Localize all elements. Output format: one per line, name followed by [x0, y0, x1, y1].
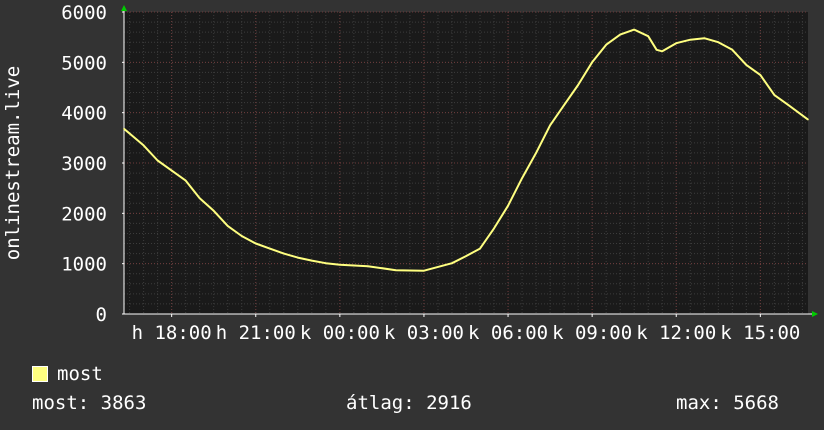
data-point [240, 235, 243, 237]
data-point [325, 262, 327, 264]
data-point [254, 242, 257, 245]
data-point [577, 84, 579, 86]
data-point [198, 197, 201, 200]
stat-current: most: 3863 [32, 392, 147, 414]
data-point [156, 159, 159, 162]
data-point [759, 74, 762, 76]
data-point [807, 118, 809, 121]
y-tick-label: 4000 [61, 103, 107, 125]
x-tick-label: k 12:00 [636, 322, 716, 344]
data-point [184, 179, 187, 182]
data-point [493, 227, 495, 230]
y-tick-label: 0 [96, 304, 107, 326]
data-point [655, 48, 658, 51]
data-point [773, 94, 776, 96]
data-point [703, 37, 706, 39]
data-point [212, 210, 215, 212]
chart: 0 1000 2000 3000 4000 5000 6000 h 18:00 h 21:00… [2, 2, 818, 344]
data-point [661, 50, 664, 53]
y-tick-label: 5000 [61, 52, 107, 74]
y-tick-label: 2000 [61, 203, 107, 225]
data-point [311, 259, 313, 262]
data-point [563, 104, 565, 106]
data-point [451, 262, 453, 264]
data-point [745, 64, 748, 66]
data-point [339, 263, 341, 266]
data-point [297, 256, 299, 259]
data-point [423, 269, 425, 272]
y-tick-label: 1000 [61, 254, 107, 276]
data-point [787, 104, 790, 106]
data-point [647, 35, 650, 37]
x-tick-label: h 18:00 [132, 322, 212, 344]
data-point [465, 255, 467, 257]
stat-max: max: 5668 [676, 392, 779, 414]
data-point [535, 152, 537, 154]
legend-label: most [57, 363, 103, 385]
data-point [123, 127, 125, 130]
x-tick-label: h 21:00 [216, 322, 296, 344]
data-point [395, 269, 397, 272]
data-point [717, 41, 720, 43]
x-tick-label: k 06:00 [468, 322, 548, 344]
data-point [268, 247, 271, 250]
y-axis-arrow [121, 5, 127, 11]
data-point [170, 169, 173, 172]
data-point [591, 61, 593, 64]
y-axis-label: onlinestream.live [2, 66, 24, 260]
x-tick-label: k 15:00 [720, 322, 800, 344]
data-point [367, 265, 369, 267]
data-point [282, 252, 285, 255]
x-axis-arrow [812, 311, 818, 317]
data-point [479, 247, 481, 250]
data-point [549, 124, 551, 127]
data-point [605, 43, 607, 46]
y-tick-label: 6000 [61, 2, 107, 24]
stat-average: átlag: 2916 [346, 392, 472, 414]
data-point [675, 42, 678, 45]
data-point [689, 38, 692, 41]
legend-swatch [32, 366, 48, 382]
x-tick-label: k 03:00 [384, 322, 464, 344]
data-point [507, 204, 509, 207]
y-tick-label: 3000 [61, 153, 107, 175]
data-point [142, 144, 145, 147]
x-tick-label: k 09:00 [552, 322, 632, 344]
x-tick-label: k 00:00 [300, 322, 380, 344]
data-point [731, 48, 734, 51]
legend: most [32, 362, 103, 386]
data-point [619, 33, 621, 36]
data-point [633, 28, 635, 31]
data-point [521, 177, 523, 179]
data-point [226, 225, 229, 227]
